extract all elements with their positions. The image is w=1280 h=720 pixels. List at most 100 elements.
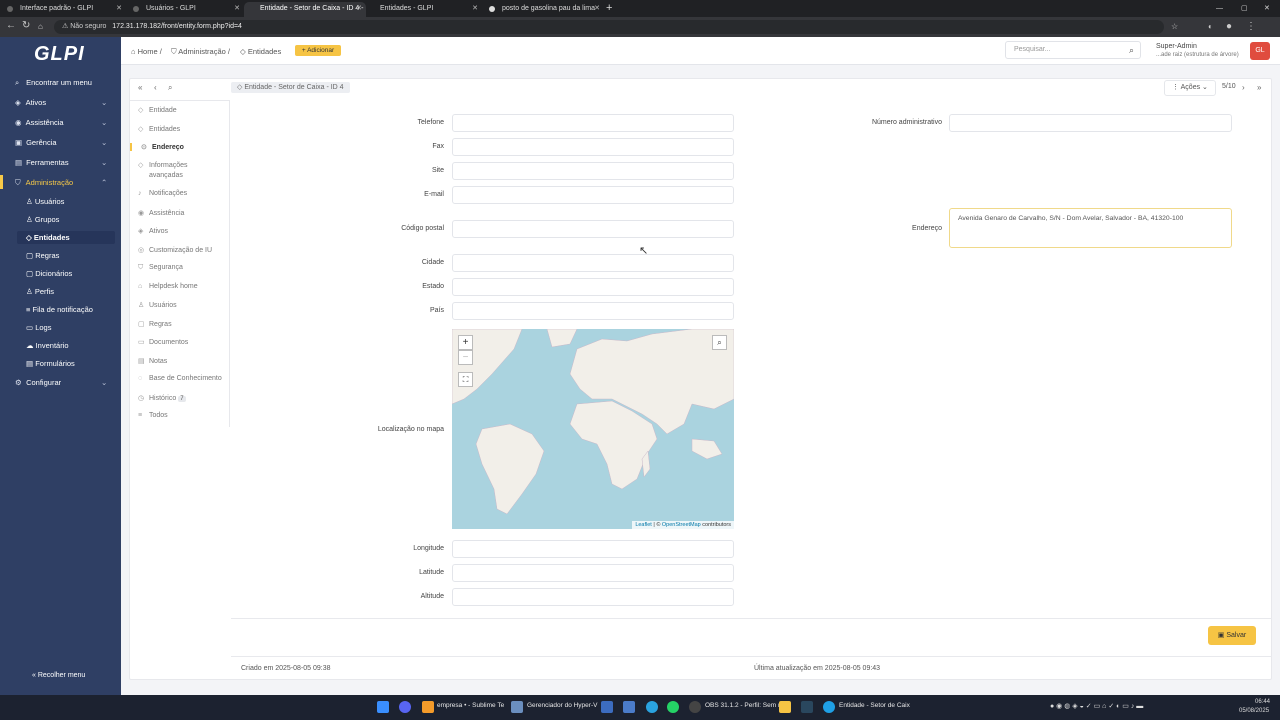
avatar[interactable]: GL: [1250, 42, 1270, 60]
tab-entidade[interactable]: ◇ Entidade: [130, 106, 229, 114]
zoom-in-button[interactable]: +: [458, 335, 473, 350]
url-field[interactable]: ⚠ Não seguro 172.31.178.182/front/entity…: [54, 20, 1164, 34]
sidebar-subitem-dicionarios[interactable]: ▢ Dicionários: [26, 269, 72, 278]
actions-dropdown[interactable]: ⋮ Ações ⌄: [1164, 80, 1216, 96]
menu-icon[interactable]: ⋮: [1246, 21, 1256, 32]
search-icon[interactable]: ⌕: [1129, 42, 1134, 58]
sidebar-item-assistencia[interactable]: ◉ Assistência ⌄: [15, 118, 107, 127]
discord-icon[interactable]: [399, 701, 411, 713]
longitude-field[interactable]: [452, 540, 734, 558]
last-icon[interactable]: »: [1257, 83, 1261, 92]
tray-icons[interactable]: ● ◉ ◍ ◈ ◒ ✓ ▭ ⌂ ✓ ◐ ▭ ♪ ▬: [1050, 702, 1143, 710]
endereco-textarea[interactable]: Avenida Genaro de Carvalho, S/N - Dom Av…: [949, 208, 1232, 248]
reload-icon[interactable]: ↻: [22, 20, 30, 31]
zoom-out-button[interactable]: −: [458, 350, 473, 365]
site-field[interactable]: [452, 162, 734, 180]
tab-notificacoes[interactable]: ♪ Notificações: [130, 190, 229, 197]
profile-icon[interactable]: ●: [1226, 21, 1232, 32]
sidebar-subitem-inventario[interactable]: ☁ Inventário: [26, 341, 69, 350]
breadcrumb-entidades[interactable]: ◇ Entidades: [240, 47, 281, 56]
sidebar-subitem-entidades[interactable]: ◇ Entidades: [26, 233, 70, 242]
home-icon[interactable]: ⌂: [38, 22, 43, 31]
codigo-postal-field[interactable]: [452, 220, 734, 238]
back-icon[interactable]: ←: [6, 20, 16, 31]
app-icon[interactable]: [623, 701, 635, 713]
sidebar-item-search-menu[interactable]: ⌕ Encontrar um menu: [15, 78, 92, 88]
tab-endereco[interactable]: ⊙ Endereço: [130, 143, 229, 151]
minimize-icon[interactable]: —: [1216, 2, 1223, 17]
latitude-field[interactable]: [452, 564, 734, 582]
osm-link[interactable]: OpenStreetMap: [662, 522, 701, 528]
browser-tab[interactable]: Usuários - GLPI ✕: [126, 2, 244, 17]
maximize-icon[interactable]: ▢: [1241, 2, 1248, 17]
taskbar-app-hyperv[interactable]: Gerenciador do Hyper-V: [527, 702, 597, 709]
close-icon[interactable]: ✕: [116, 2, 122, 15]
extension-icon[interactable]: ◐: [1208, 22, 1213, 31]
sidebar-subitem-grupos[interactable]: ♙ Grupos: [26, 215, 59, 224]
close-icon[interactable]: ✕: [234, 2, 240, 15]
telegram-icon[interactable]: [646, 701, 658, 713]
terminal-icon[interactable]: [601, 701, 613, 713]
tab-helpdesk-home[interactable]: ⌂ Helpdesk home: [130, 283, 229, 290]
fullscreen-button[interactable]: ⛶: [458, 372, 473, 387]
taskbar-app-obs[interactable]: OBS 31.1.2 - Perfil: Sem r: [705, 702, 780, 709]
sidebar-item-gerencia[interactable]: ▣ Gerência ⌄: [15, 138, 107, 147]
sidebar-subitem-logs[interactable]: ▭ Logs: [26, 323, 51, 332]
new-tab-icon[interactable]: +: [606, 2, 620, 17]
tab-seguranca[interactable]: ⛉ Segurança: [130, 264, 229, 272]
edge-icon[interactable]: [823, 701, 835, 713]
search-input[interactable]: Pesquisar... ⌕: [1005, 41, 1141, 59]
close-window-icon[interactable]: ✕: [1264, 2, 1270, 17]
tab-assistencia[interactable]: ◉ Assistência: [130, 209, 229, 217]
sidebar-subitem-regras[interactable]: ▢ Regras: [26, 251, 59, 260]
sidebar-subitem-formularios[interactable]: ▤ Formulários: [26, 359, 75, 368]
altitude-field[interactable]: [452, 588, 734, 606]
pais-field[interactable]: [452, 302, 734, 320]
taskbar-app-sublime[interactable]: empresa • - Sublime Te: [437, 702, 504, 709]
next-icon[interactable]: ›: [1242, 83, 1245, 92]
tab-ativos[interactable]: ◈ Ativos: [130, 227, 229, 235]
email-field[interactable]: [452, 186, 734, 204]
sublime-icon[interactable]: [422, 701, 434, 713]
hyperv-icon[interactable]: [511, 701, 523, 713]
leaflet-link[interactable]: Leaflet: [635, 522, 652, 528]
add-button[interactable]: + Adicionar: [295, 45, 341, 56]
map-search-button[interactable]: ⌕: [712, 335, 727, 350]
tab-entidades[interactable]: ◇ Entidades: [130, 125, 229, 133]
browser-tab[interactable]: posto de gasolina pau da lima sa✕: [482, 2, 604, 25]
close-icon[interactable]: ✕: [594, 2, 600, 15]
sidebar-item-ferramentas[interactable]: ▤ Ferramentas ⌄: [15, 158, 107, 167]
tab-usuarios[interactable]: ♙ Usuários: [130, 301, 229, 309]
tab-customizacao-iu[interactable]: ◎ Customização de IU: [130, 246, 229, 254]
tab-regras[interactable]: ▢ Regras: [130, 320, 229, 328]
user-entity[interactable]: ...ade raiz (estrutura de árvore): [1156, 52, 1239, 58]
tab-historico[interactable]: ◷ Histórico 7: [130, 394, 229, 402]
sidebar-item-administracao[interactable]: ⛉ Administração ⌃: [15, 178, 107, 188]
whatsapp-icon[interactable]: [667, 701, 679, 713]
start-icon[interactable]: [377, 701, 389, 713]
star-icon[interactable]: ☆: [1171, 22, 1178, 31]
taskbar-app-edge[interactable]: Entidade - Setor de Caix: [839, 702, 910, 709]
sidebar-subitem-perfis[interactable]: ♙ Perfis: [26, 287, 54, 296]
glpi-logo[interactable]: GLPI: [34, 43, 85, 66]
steam-icon[interactable]: [801, 701, 813, 713]
fax-field[interactable]: [452, 138, 734, 156]
explorer-icon[interactable]: [779, 701, 791, 713]
estado-field[interactable]: [452, 278, 734, 296]
back-icon[interactable]: ‹: [154, 83, 157, 92]
sidebar-subitem-fila[interactable]: ≡ Fila de notificação: [26, 305, 93, 314]
tab-documentos[interactable]: ▭ Documentos: [130, 338, 229, 346]
collapse-tabs-icon[interactable]: «: [138, 83, 142, 92]
location-map[interactable]: + − ⛶ ⌕ Leaflet | © OpenStreetMap contri…: [452, 329, 734, 529]
breadcrumb-administracao[interactable]: ⛉ Administração /: [171, 47, 230, 57]
browser-tab-active[interactable]: Entidade - Setor de Caixa - ID 4 - ✕: [244, 2, 366, 17]
tab-notas[interactable]: ▤ Notas: [130, 357, 229, 365]
close-icon[interactable]: ✕: [356, 2, 362, 15]
cidade-field[interactable]: [452, 254, 734, 272]
breadcrumb-home[interactable]: ⌂ Home /: [131, 47, 162, 56]
tab-base-conhecimento[interactable]: ◌ Base de Conhecimento: [130, 375, 229, 382]
tab-informacoes-avancadas[interactable]: ◇ Informações avançadas: [130, 161, 229, 181]
sidebar-subitem-usuarios[interactable]: ♙ Usuários: [26, 197, 64, 206]
browser-tab[interactable]: Entidades - GLPI ✕: [366, 2, 482, 17]
sidebar-item-ativos[interactable]: ◈ Ativos ⌄: [15, 98, 107, 107]
